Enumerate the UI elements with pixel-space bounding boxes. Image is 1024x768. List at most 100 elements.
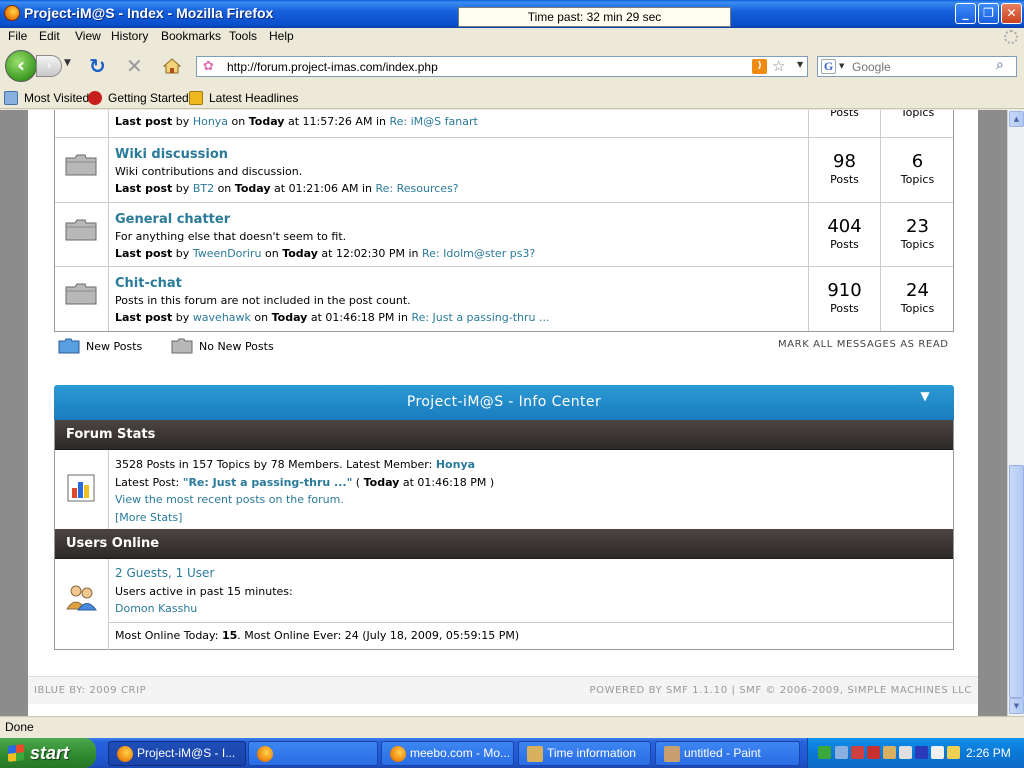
last-post-author-link[interactable]: wavehawk — [193, 311, 251, 324]
posts-label: Posts — [830, 237, 859, 251]
taskbar-item-firefox[interactable]: Project-iM@S - I... — [108, 741, 246, 766]
url-bar[interactable]: ✿ ) ☆ ▼ — [196, 56, 808, 77]
scrollbar-thumb[interactable] — [1009, 465, 1024, 698]
tray-network-icon[interactable] — [818, 746, 831, 759]
stop-icon[interactable]: ✕ — [126, 56, 143, 76]
history-dropdown-icon[interactable]: ▼ — [64, 58, 71, 68]
board-last-post: Last post by TweenDoriru on Today at 12:… — [115, 246, 536, 260]
site-favicon-icon: ✿ — [203, 59, 214, 74]
latest-member-link[interactable]: Honya — [436, 458, 475, 471]
board-row: Wiki discussion Wiki contributions and d… — [55, 137, 953, 202]
topics-count: 23 — [906, 215, 929, 237]
theme-credit: IBLUE BY: 2009 CRIP — [34, 685, 147, 696]
more-stats-link[interactable]: [More Stats] — [115, 509, 494, 527]
info-center-header: Project-iM@S - Info Center ▼ — [54, 385, 954, 420]
menu-tools[interactable]: Tools — [229, 29, 257, 43]
online-user-link[interactable]: Domon Kasshu — [115, 600, 293, 618]
board-row: Chit-chat Posts in this forum are not in… — [55, 266, 953, 331]
last-post-subject-link[interactable]: Re: Idolm@ster ps3? — [422, 247, 535, 260]
back-arrow-icon[interactable]: ‹ — [5, 50, 37, 82]
topics-count: 24 — [906, 280, 929, 301]
taskbar-item-meebo[interactable]: meebo.com - Mo... — [381, 741, 514, 766]
tray-folder-icon[interactable] — [947, 746, 960, 759]
tray-antivirus-icon[interactable] — [867, 746, 880, 759]
home-icon[interactable] — [163, 58, 181, 74]
google-engine-icon[interactable]: G — [821, 59, 836, 74]
folder-icon — [65, 283, 97, 305]
tray-media-icon[interactable] — [915, 746, 928, 759]
start-button[interactable]: start — [0, 738, 96, 768]
close-button[interactable]: ✕ — [1001, 3, 1022, 24]
users-online-text: 2 Guests, 1 User Users active in past 15… — [115, 565, 293, 618]
menu-file[interactable]: File — [8, 29, 27, 43]
scroll-up-arrow-icon[interactable]: ▲ — [1009, 111, 1024, 127]
menu-help[interactable]: Help — [269, 29, 294, 43]
taskbar-item-time-information[interactable]: Time information — [518, 741, 651, 766]
window-titlebar: Project-iM@S - Index - Mozilla Firefox T… — [0, 0, 1024, 28]
topics-label: Topics — [900, 237, 935, 251]
last-post-subject-link[interactable]: Re: Just a passing-thru ... — [411, 311, 549, 324]
board-name-link[interactable]: Wiki discussion — [115, 147, 808, 163]
posts-label: Posts — [830, 110, 859, 119]
last-post-author-link[interactable]: BT2 — [193, 182, 214, 195]
forward-arrow-icon[interactable]: › — [36, 55, 62, 77]
posts-label: Posts — [830, 302, 859, 315]
search-box[interactable]: G ▼ ⌕ — [817, 56, 1017, 77]
board-last-post: Last post by BT2 on Today at 01:21:06 AM… — [115, 182, 459, 195]
taskbar-item-paint[interactable]: untitled - Paint — [655, 741, 800, 766]
tray-hourglass-icon[interactable] — [883, 746, 896, 759]
board-list: Last post by Honya on Today at 11:57:26 … — [54, 110, 954, 332]
search-engine-dropdown-icon[interactable]: ▼ — [839, 62, 844, 70]
vertical-scrollbar[interactable]: ▲ ▼ — [1007, 110, 1024, 716]
forum-page: Last post by Honya on Today at 11:57:26 … — [28, 110, 978, 716]
minimize-button[interactable]: _ — [955, 3, 976, 24]
menu-bookmarks[interactable]: Bookmarks — [161, 29, 221, 43]
menu-edit[interactable]: Edit — [39, 29, 60, 43]
menu-view[interactable]: View — [75, 29, 101, 43]
legend-new-posts: New Posts — [58, 338, 142, 354]
firefox-icon — [257, 746, 273, 762]
tray-monitor-icon[interactable] — [835, 746, 848, 759]
last-post-author-link[interactable]: TweenDoriru — [193, 247, 262, 260]
bookmark-getting-started[interactable]: Getting Started — [88, 91, 189, 105]
latest-post-link[interactable]: "Re: Just a passing-thru ..." — [183, 476, 353, 489]
board-row: General chatter For anything else that d… — [55, 201, 953, 266]
last-post-subject-link[interactable]: Re: Resources? — [376, 182, 459, 195]
collapse-arrow-icon[interactable]: ▼ — [920, 385, 930, 408]
new-posts-folder-icon — [58, 338, 80, 354]
recent-posts-link[interactable]: View the most recent posts on the forum. — [115, 491, 494, 509]
board-last-post: Last post by Honya on Today at 11:57:26 … — [115, 115, 478, 128]
maximize-button[interactable]: ❐ — [978, 3, 999, 24]
tray-shield-icon[interactable] — [851, 746, 864, 759]
scroll-down-arrow-icon[interactable]: ▼ — [1009, 698, 1024, 714]
board-name-link[interactable]: Chit-chat — [115, 276, 808, 292]
time-past-indicator: Time past: 32 min 29 sec — [458, 7, 731, 27]
reload-icon[interactable]: ↻ — [89, 56, 106, 76]
last-post-subject-link[interactable]: Re: iM@S fanart — [389, 115, 477, 128]
paint-icon — [664, 746, 680, 762]
bookmark-latest-headlines[interactable]: Latest Headlines — [189, 91, 298, 105]
taskbar: start Project-iM@S - I... meebo.com - Mo… — [0, 738, 1024, 768]
search-magnifier-icon[interactable]: ⌕ — [996, 57, 1004, 73]
firefox-icon — [390, 746, 406, 762]
taskbar-item-firefox-2[interactable] — [248, 741, 378, 766]
smf-credit: POWERED BY SMF 1.1.10 | SMF © 2006-2009,… — [589, 685, 972, 696]
tray-app-icon[interactable] — [899, 746, 912, 759]
search-input[interactable] — [852, 59, 992, 74]
url-input[interactable] — [227, 59, 727, 74]
last-post-author-link[interactable]: Honya — [193, 115, 228, 128]
url-dropdown-icon[interactable]: ▼ — [797, 60, 803, 69]
board-name-link[interactable]: General chatter — [115, 212, 808, 228]
posts-count: 404 — [827, 215, 862, 237]
status-text: Done — [5, 720, 34, 734]
menu-history[interactable]: History — [111, 29, 148, 43]
bookmark-most-visited[interactable]: Most Visited — [4, 91, 89, 105]
window-title: Project-iM@S - Index - Mozilla Firefox — [24, 5, 274, 21]
tray-messenger-icon[interactable] — [931, 746, 944, 759]
mark-all-read-link[interactable]: MARK ALL MESSAGES AS READ — [778, 339, 949, 350]
posts-label: Posts — [830, 173, 859, 186]
topics-count: 6 — [911, 151, 924, 172]
rss-feed-icon[interactable]: ) — [752, 59, 767, 74]
bookmark-star-icon[interactable]: ☆ — [772, 57, 785, 75]
online-count-link[interactable]: 2 Guests, 1 User — [115, 565, 293, 583]
